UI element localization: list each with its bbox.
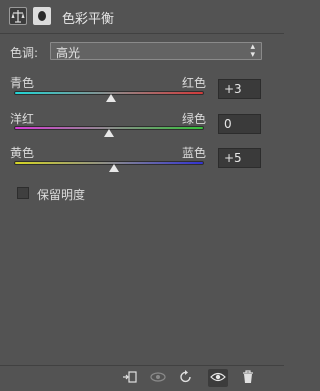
preserve-luminosity-label: 保留明度 xyxy=(37,188,86,202)
preserve-luminosity-checkbox[interactable] xyxy=(17,187,29,199)
magenta-green-slider-thumb[interactable] xyxy=(104,129,114,137)
tone-select[interactable]: 高光 ▴ ▾ xyxy=(50,42,262,60)
reset-icon[interactable] xyxy=(176,369,196,387)
header-divider xyxy=(0,33,284,34)
tone-select-value: 高光 xyxy=(56,46,81,60)
slider-cyan-label: 青色 xyxy=(10,76,35,90)
slider-yellow-label: 黄色 xyxy=(10,146,35,160)
slider-red-label: 红色 xyxy=(182,76,207,90)
visibility-eye-icon[interactable] xyxy=(208,369,228,387)
color-balance-icon[interactable] xyxy=(9,7,27,25)
tone-label: 色调: xyxy=(10,46,39,60)
delete-trash-icon[interactable] xyxy=(238,369,258,387)
cyan-red-slider-thumb[interactable] xyxy=(105,94,116,102)
yellow-blue-value-input[interactable]: +5 xyxy=(218,148,261,168)
panel-title: 色彩平衡 xyxy=(62,12,115,27)
select-arrows-icon: ▴ ▾ xyxy=(250,42,255,60)
panel-header: 色彩平衡 xyxy=(0,0,284,34)
cyan-red-value-input[interactable]: +3 xyxy=(218,79,261,99)
slider-blue-label: 蓝色 xyxy=(182,146,207,160)
magenta-green-value-input[interactable]: 0 xyxy=(218,114,261,134)
yellow-blue-slider-thumb[interactable] xyxy=(108,164,119,172)
layer-mask-icon[interactable] xyxy=(33,7,51,25)
view-previous-state-icon[interactable] xyxy=(148,369,168,387)
slider-magenta-label: 洋红 xyxy=(10,112,35,126)
slider-green-label: 绿色 xyxy=(182,112,207,126)
clip-to-layer-icon[interactable] xyxy=(120,369,140,387)
